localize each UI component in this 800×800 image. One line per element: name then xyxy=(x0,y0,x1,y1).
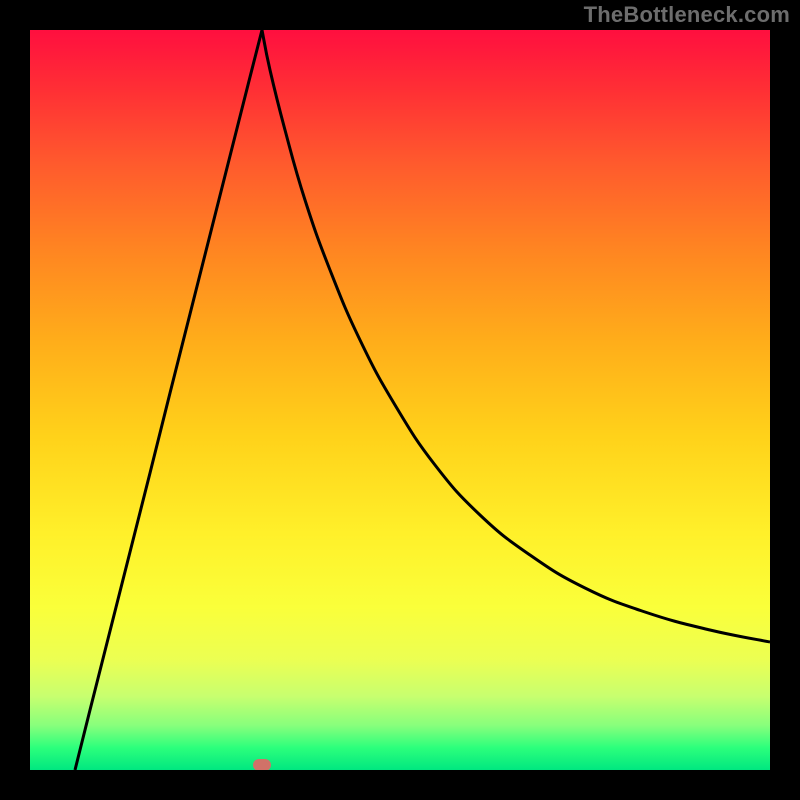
vertex-dot xyxy=(253,759,271,770)
curve-path xyxy=(75,30,770,770)
plot-area xyxy=(30,30,770,770)
watermark-text: TheBottleneck.com xyxy=(584,2,790,28)
bottleneck-curve xyxy=(30,30,770,770)
chart-frame: TheBottleneck.com xyxy=(0,0,800,800)
